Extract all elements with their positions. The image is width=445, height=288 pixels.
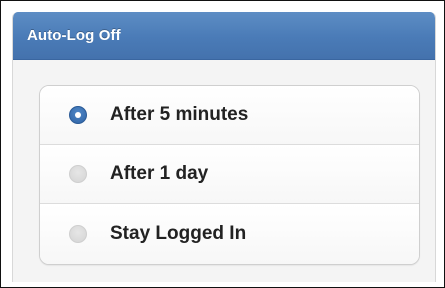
- option-after-1-day[interactable]: After 1 day: [40, 145, 419, 204]
- panel-header: Auto-Log Off: [13, 12, 435, 60]
- auto-log-off-options: After 5 minutes After 1 day Stay Logged …: [39, 85, 420, 265]
- option-label: Stay Logged In: [110, 223, 247, 244]
- panel-title: Auto-Log Off: [27, 27, 121, 44]
- option-after-5-minutes[interactable]: After 5 minutes: [40, 86, 419, 145]
- screenshot-frame: Auto-Log Off After 5 minutes After 1 day…: [0, 0, 445, 288]
- radio-unselected-icon[interactable]: [69, 225, 87, 243]
- option-stay-logged-in[interactable]: Stay Logged In: [40, 204, 419, 264]
- radio-selected-icon[interactable]: [69, 106, 87, 124]
- option-label: After 5 minutes: [110, 104, 249, 125]
- option-label: After 1 day: [110, 163, 209, 184]
- radio-unselected-icon[interactable]: [69, 165, 87, 183]
